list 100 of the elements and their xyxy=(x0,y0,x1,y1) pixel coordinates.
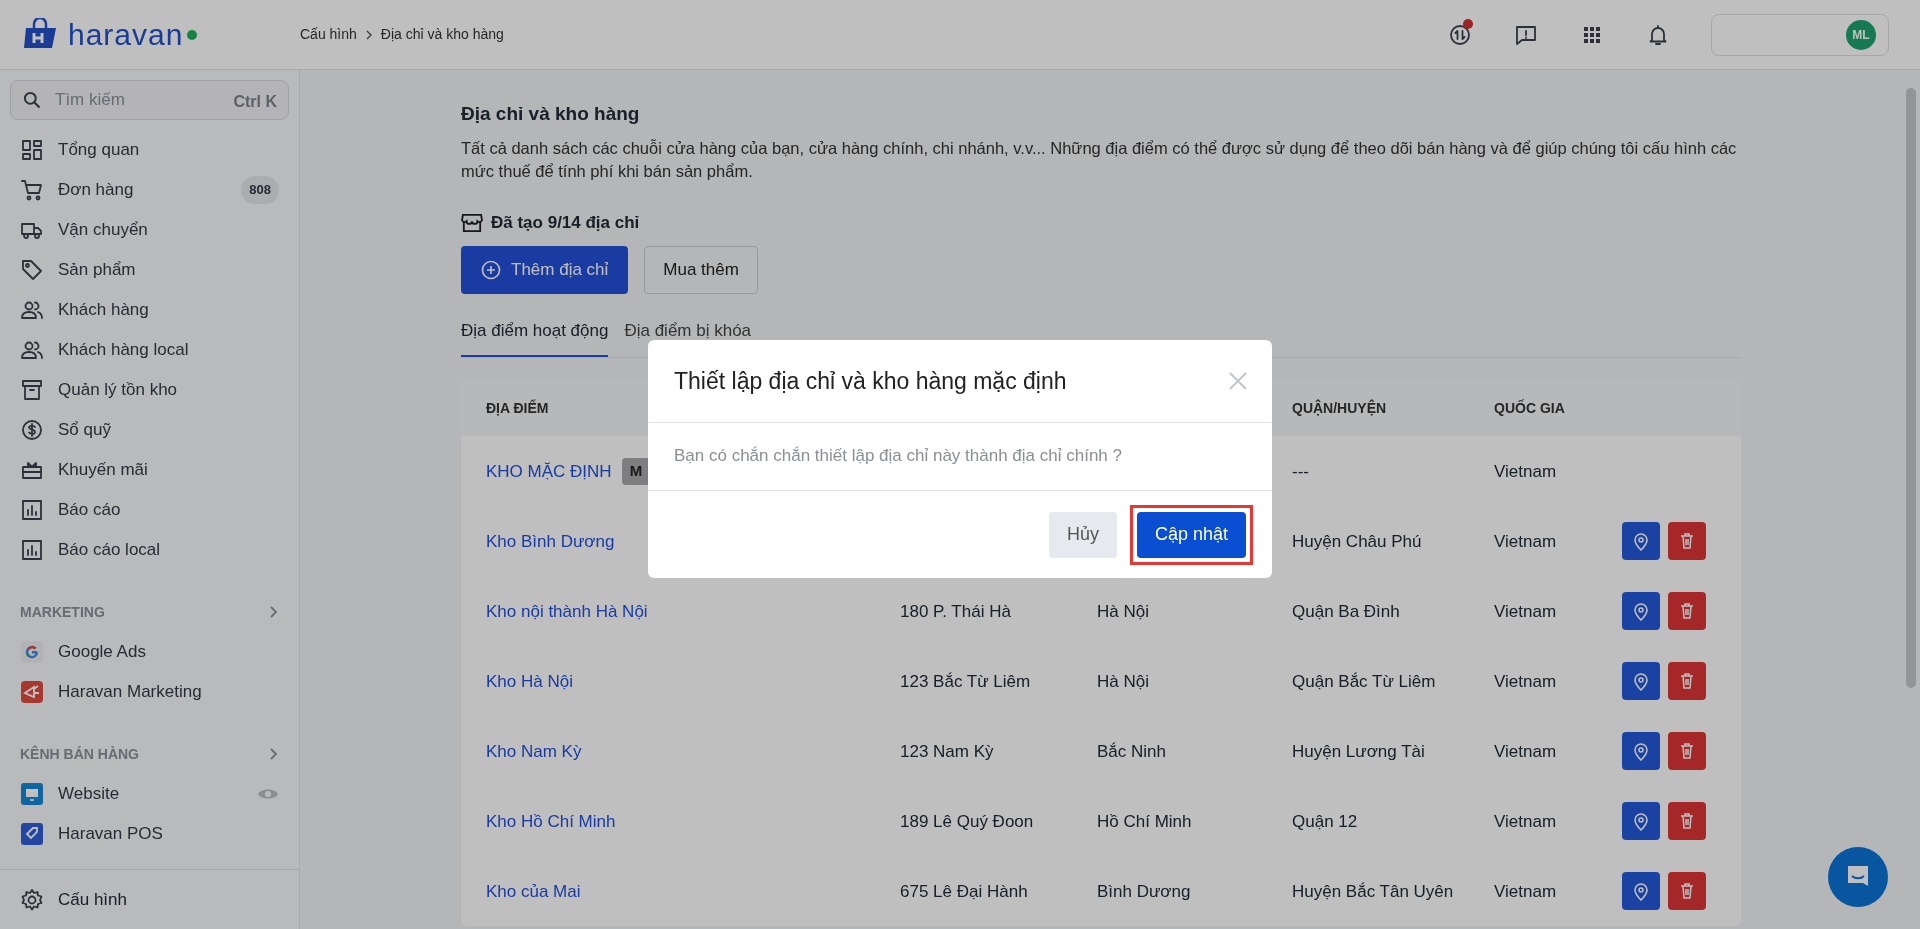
location-button[interactable] xyxy=(1622,872,1660,911)
table-cell-text: Bình Dương xyxy=(1097,880,1192,903)
map-pin-icon xyxy=(1632,811,1650,832)
sidebar-item[interactable]: Đơn hàng 808 xyxy=(0,170,299,210)
map-pin-icon xyxy=(1632,601,1650,622)
location-button[interactable] xyxy=(1622,732,1660,771)
chevron-icon[interactable] xyxy=(269,605,279,619)
breadcrumb-item[interactable]: Cấu hình xyxy=(300,24,357,45)
sidebar-item[interactable]: Vận chuyển xyxy=(0,210,299,250)
trash-icon xyxy=(1679,672,1695,691)
scrollbar[interactable] xyxy=(1906,88,1916,688)
sidebar-item[interactable]: Tổng quan xyxy=(0,130,299,170)
add-address-button[interactable]: Thêm địa chỉ xyxy=(461,245,629,294)
column-header: ĐỊA ĐIỂM xyxy=(485,398,550,418)
search-icon xyxy=(22,90,42,110)
location-button[interactable] xyxy=(1622,802,1660,841)
trash-icon xyxy=(1679,812,1695,831)
trash-icon xyxy=(1679,742,1695,761)
store-icon xyxy=(461,213,483,234)
plus-circle-icon xyxy=(481,259,501,280)
delete-button[interactable] xyxy=(1668,522,1706,561)
map-pin-icon xyxy=(1632,881,1650,902)
sidebar-item[interactable]: Website xyxy=(0,774,299,814)
sidebar-item[interactable]: Sổ quỹ xyxy=(0,410,299,450)
column-header: QUỐC GIA xyxy=(1494,398,1566,418)
count-badge: 808 xyxy=(241,176,279,204)
section-heading: KÊNH BÁN HÀNG xyxy=(20,744,139,764)
sidebar-item[interactable]: Khách hàng local xyxy=(0,330,299,370)
table-cell-text: --- xyxy=(1292,460,1310,483)
table-cell-text: Vietnam xyxy=(1494,460,1558,483)
table-cell-text: 123 Bắc Từ Liêm xyxy=(900,670,1032,693)
breadcrumb-item: Địa chỉ và kho hàng xyxy=(380,25,504,44)
tab[interactable]: Địa điểm hoạt động xyxy=(461,317,609,358)
table-cell-text: Huyện Bắc Tân Uyên xyxy=(1292,880,1455,903)
sidebar-item[interactable]: Báo cáo xyxy=(0,490,299,530)
chart-icon xyxy=(20,538,44,562)
sidebar-item[interactable]: Quản lý tồn kho xyxy=(0,370,299,410)
sidebar-item[interactable]: Báo cáo local xyxy=(0,530,299,570)
trash-icon xyxy=(1679,532,1695,551)
location-link[interactable]: Kho Hồ Chí Minh xyxy=(486,808,616,835)
chevron-icon[interactable] xyxy=(269,747,279,761)
map-pin-icon xyxy=(1632,531,1650,552)
table-cell-text: Quận Ba Đình xyxy=(1292,600,1401,623)
delete-button[interactable] xyxy=(1668,732,1706,771)
location-link[interactable]: Kho Nam Kỳ xyxy=(486,738,582,765)
delete-button[interactable] xyxy=(1668,662,1706,701)
buy-more-button[interactable]: Mua thêm xyxy=(644,245,758,294)
default-badge: M xyxy=(621,458,651,485)
location-link[interactable]: Kho của Mai xyxy=(486,878,581,905)
section-heading: MARKETING xyxy=(20,602,105,622)
tab[interactable]: Địa điểm bị khóa xyxy=(624,317,752,358)
sidebar-item[interactable]: Haravan Marketing xyxy=(0,672,299,712)
update-button[interactable]: Cập nhật xyxy=(1136,511,1246,558)
sidebar-item[interactable]: Haravan POS xyxy=(0,814,299,854)
dialog-message: Bạn có chắn chắn thiết lập địa chỉ này thành địa chỉ chính ? xyxy=(674,446,1122,465)
table-cell-text: Vietnam xyxy=(1494,810,1558,833)
sidebar-item[interactable]: Khuyến mãi xyxy=(0,450,299,490)
chevron-icon xyxy=(364,29,373,40)
location-link[interactable]: Kho Hà Nội xyxy=(486,668,573,695)
table-cell-text: Quận 12 xyxy=(1292,810,1359,833)
gear-icon xyxy=(20,887,44,912)
dashboard-icon xyxy=(20,138,44,162)
location-button[interactable] xyxy=(1622,592,1660,631)
tag-icon xyxy=(20,822,44,846)
location-link[interactable]: Kho nội thành Hà Nội xyxy=(486,598,648,625)
delete-button[interactable] xyxy=(1668,592,1706,631)
trash-icon xyxy=(1679,602,1695,621)
page-title: Địa chỉ và kho hàng xyxy=(461,102,641,126)
tag-icon xyxy=(20,258,44,282)
avatar: ML xyxy=(1846,19,1876,50)
logo-text: haravan xyxy=(68,19,184,50)
sidebar-item[interactable]: Sản phẩm xyxy=(0,250,299,290)
table-cell-text: 123 Nam Kỳ xyxy=(900,740,995,763)
cart-icon xyxy=(20,178,44,202)
table-cell-text: 189 Lê Quý Đoon xyxy=(900,810,1035,833)
archive-icon xyxy=(20,378,44,402)
table-cell-text: Vietnam xyxy=(1494,880,1558,903)
chart-icon xyxy=(20,498,44,522)
sidebar-item[interactable]: Khách hàng xyxy=(0,290,299,330)
quota-text: Đã tạo 9/14 địa chỉ xyxy=(491,212,640,235)
monitor-icon xyxy=(20,782,44,806)
table-cell-text: 675 Lê Đại Hành xyxy=(900,880,1029,903)
status-dot-icon xyxy=(187,29,198,40)
delete-button[interactable] xyxy=(1668,872,1706,911)
dialog-title: Thiết lập địa chỉ và kho hàng mặc định xyxy=(674,366,1067,396)
chat-button[interactable] xyxy=(1828,847,1888,907)
location-button[interactable] xyxy=(1622,662,1660,701)
table-cell-text: 180 P. Thái Hà xyxy=(900,600,1012,623)
map-pin-icon xyxy=(1632,741,1650,762)
table-cell-text: Quận Bắc Từ Liêm xyxy=(1292,670,1437,693)
table-cell-text: Vietnam xyxy=(1494,670,1558,693)
location-link[interactable]: Kho Bình Dương xyxy=(486,528,615,555)
page-description: Tất cả danh sách các chuỗi cửa hàng của bạn, cửa hàng chính, chi nhánh, v.v... Những địa điểm có thể được sử dụng để theo dõi bán hàng và để giúp chúng tôi cấu hình các mức thuế để tính phí khi bán sản phẩm. xyxy=(461,137,1738,183)
sidebar-item[interactable]: Google Ads xyxy=(0,632,299,672)
delete-button[interactable] xyxy=(1668,802,1706,841)
table-cell-text: Hà Nội xyxy=(1097,600,1150,623)
table-cell-text: Hồ Chí Minh xyxy=(1097,810,1193,833)
location-link[interactable]: KHO MẶC ĐỊNH xyxy=(486,458,612,485)
location-button[interactable] xyxy=(1622,522,1660,561)
cancel-button[interactable]: Hủy xyxy=(1048,511,1117,558)
